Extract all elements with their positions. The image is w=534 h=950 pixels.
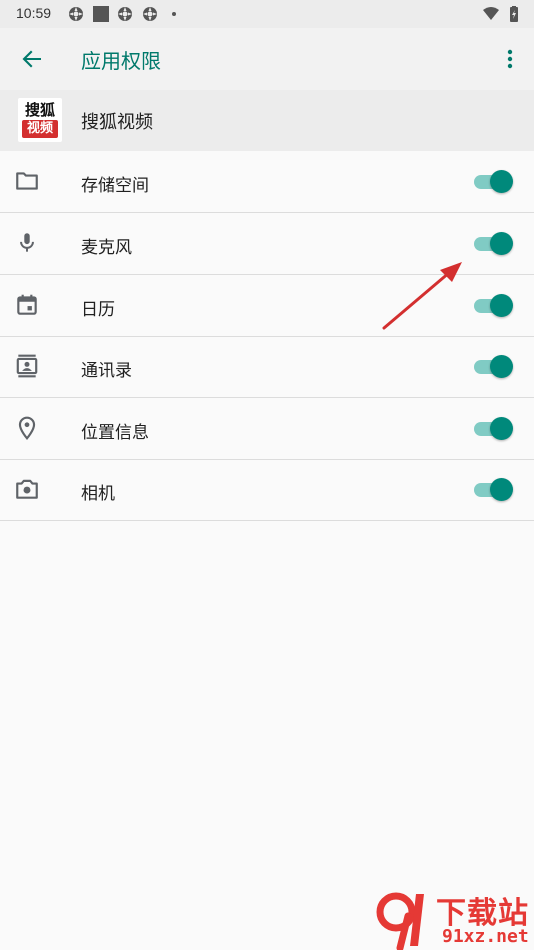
- permission-row-location[interactable]: 位置信息: [0, 398, 534, 460]
- permission-label: 通讯录: [81, 361, 132, 381]
- square-notification-icon: [93, 6, 109, 22]
- page-title: 应用权限: [81, 49, 161, 73]
- app-bar: 应用权限: [0, 28, 534, 91]
- permission-label: 相机: [81, 484, 115, 504]
- dot-icon: [172, 12, 176, 16]
- permission-toggle[interactable]: [474, 232, 514, 256]
- permission-label: 存储空间: [81, 176, 149, 196]
- annotation-arrow: [382, 262, 462, 330]
- app-notification-icon: [143, 7, 157, 21]
- permission-row-contacts[interactable]: 通讯录: [0, 336, 534, 398]
- app-header: 搜狐 视频 搜狐视频: [0, 90, 534, 151]
- arrow-back-icon[interactable]: [18, 45, 46, 73]
- camera-icon: [16, 479, 38, 499]
- toggle-thumb: [490, 170, 513, 193]
- toggle-thumb: [490, 417, 513, 440]
- permission-label: 位置信息: [81, 423, 149, 443]
- toggle-thumb: [490, 478, 513, 501]
- toggle-thumb: [490, 355, 513, 378]
- folder-icon: [16, 172, 38, 190]
- permission-toggle[interactable]: [474, 355, 514, 379]
- app-notification-icon: [118, 7, 132, 21]
- status-time: 10:59: [16, 5, 52, 21]
- watermark-domain: 91xz.net: [442, 926, 529, 947]
- watermark: 下载站 91xz.net: [370, 888, 534, 950]
- watermark-logo-icon: [376, 892, 424, 950]
- wifi-icon: [483, 7, 499, 20]
- permission-toggle[interactable]: [474, 170, 514, 194]
- toggle-thumb: [490, 232, 513, 255]
- microphone-icon: [20, 233, 34, 252]
- permission-label: 日历: [81, 300, 115, 320]
- permission-row-camera[interactable]: 相机: [0, 459, 534, 521]
- location-icon: [18, 416, 36, 440]
- toggle-thumb: [490, 294, 513, 317]
- app-name: 搜狐视频: [81, 112, 153, 133]
- permission-row-storage[interactable]: 存储空间: [0, 151, 534, 213]
- permission-toggle[interactable]: [474, 417, 514, 441]
- app-logo: 搜狐 视频: [18, 98, 62, 142]
- app-notification-icon: [69, 7, 83, 21]
- calendar-icon: [17, 294, 37, 315]
- app-logo-bottom-text: 视频: [22, 120, 58, 138]
- status-bar: 10:59: [0, 0, 534, 28]
- app-logo-top-text: 搜狐: [24, 101, 55, 119]
- more-vert-icon[interactable]: [500, 47, 520, 71]
- contacts-icon: [16, 354, 38, 378]
- permission-toggle[interactable]: [474, 478, 514, 502]
- permission-toggle[interactable]: [474, 294, 514, 318]
- battery-charging-icon: [510, 6, 518, 22]
- permission-label: 麦克风: [81, 238, 132, 258]
